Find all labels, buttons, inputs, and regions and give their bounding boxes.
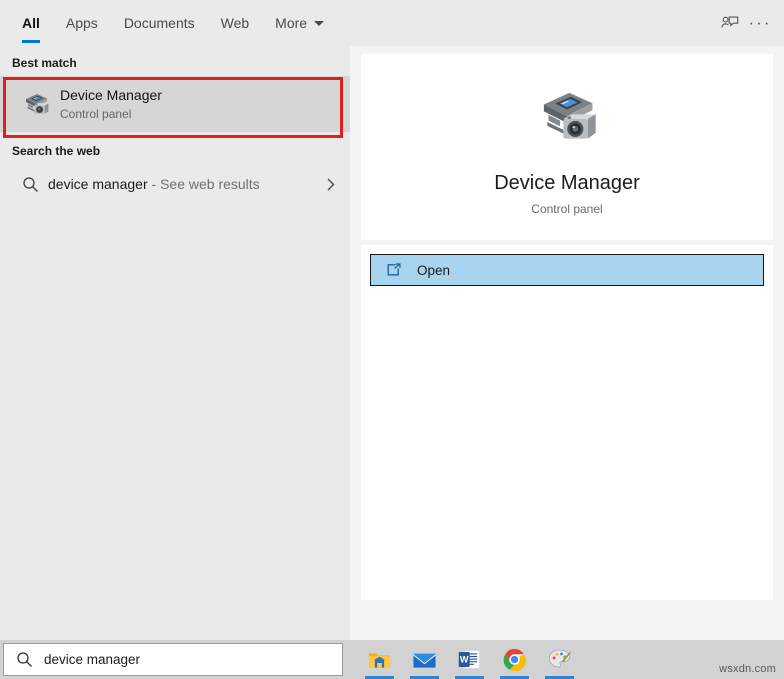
tab-all-label: All	[22, 15, 40, 31]
taskbar-item-chrome[interactable]	[492, 640, 537, 679]
windows-search-flyout: All Apps Documents Web More ··· Best mat…	[0, 0, 784, 640]
search-icon	[4, 651, 44, 668]
web-result-row[interactable]: device manager - See web results	[0, 164, 350, 204]
chevron-right-icon	[325, 177, 336, 192]
search-the-web-header: Search the web	[12, 144, 101, 158]
web-result-suffix: - See web results	[147, 176, 260, 192]
result-item-subtitle: Control panel	[60, 106, 132, 121]
open-external-icon	[371, 262, 417, 278]
search-flyout-screen: All Apps Documents Web More ··· Best mat…	[0, 0, 784, 679]
web-result-query: device manager	[48, 176, 148, 192]
result-item-title: Device Manager	[60, 86, 162, 103]
more-options-glyph: ···	[748, 13, 772, 32]
search-input[interactable]: device manager	[3, 643, 343, 676]
result-item-text: Device Manager Control panel	[60, 86, 162, 122]
tab-apps-label: Apps	[65, 15, 98, 31]
tab-more[interactable]: More	[262, 0, 337, 46]
search-body: Best match Device Manager Control panel …	[0, 46, 784, 640]
svg-text:W: W	[460, 654, 469, 664]
tab-documents[interactable]: Documents	[111, 0, 208, 46]
watermark: wsxdn.com	[719, 663, 776, 675]
preview-subtitle: Control panel	[531, 201, 603, 216]
tab-more-label: More	[275, 15, 308, 31]
tab-documents-label: Documents	[123, 15, 195, 31]
best-match-header: Best match	[12, 56, 77, 70]
web-result-label: device manager - See web results	[48, 176, 260, 192]
device-manager-icon	[12, 88, 60, 120]
tab-web[interactable]: Web	[208, 0, 263, 46]
preview-pane: Device Manager Control panel Open	[350, 46, 784, 640]
taskbar-item-paint[interactable]	[537, 640, 582, 679]
tab-web-label: Web	[220, 15, 250, 31]
word-icon: W	[458, 650, 480, 669]
preview-title: Device Manager	[494, 171, 640, 194]
tab-apps[interactable]: Apps	[53, 0, 111, 46]
taskbar: device manager W wsxdn.com	[0, 640, 784, 679]
chrome-icon	[503, 648, 526, 672]
search-filter-tabbar: All Apps Documents Web More ···	[0, 0, 784, 46]
tab-all[interactable]: All	[9, 0, 53, 46]
paint-icon	[548, 649, 572, 668]
taskbar-item-file-explorer[interactable]	[357, 640, 402, 679]
open-button-label: Open	[417, 262, 451, 278]
taskbar-buttons: W	[357, 640, 582, 679]
open-button[interactable]: Open	[370, 254, 764, 286]
more-options-icon[interactable]: ···	[748, 0, 784, 46]
chevron-down-icon	[314, 20, 325, 26]
app-preview-card: Device Manager Control panel	[361, 54, 773, 240]
file-explorer-icon	[368, 653, 391, 668]
result-item-device-manager[interactable]: Device Manager Control panel	[0, 76, 350, 132]
taskbar-item-mail[interactable]	[402, 640, 447, 679]
app-actions-card: Open	[361, 245, 773, 600]
device-manager-icon	[530, 79, 604, 158]
mail-icon	[413, 653, 436, 668]
search-input-value: device manager	[44, 652, 141, 667]
taskbar-item-word[interactable]: W	[447, 640, 492, 679]
results-pane: Best match Device Manager Control panel …	[0, 46, 350, 640]
feedback-person-icon[interactable]	[712, 0, 748, 46]
search-icon	[12, 176, 48, 193]
